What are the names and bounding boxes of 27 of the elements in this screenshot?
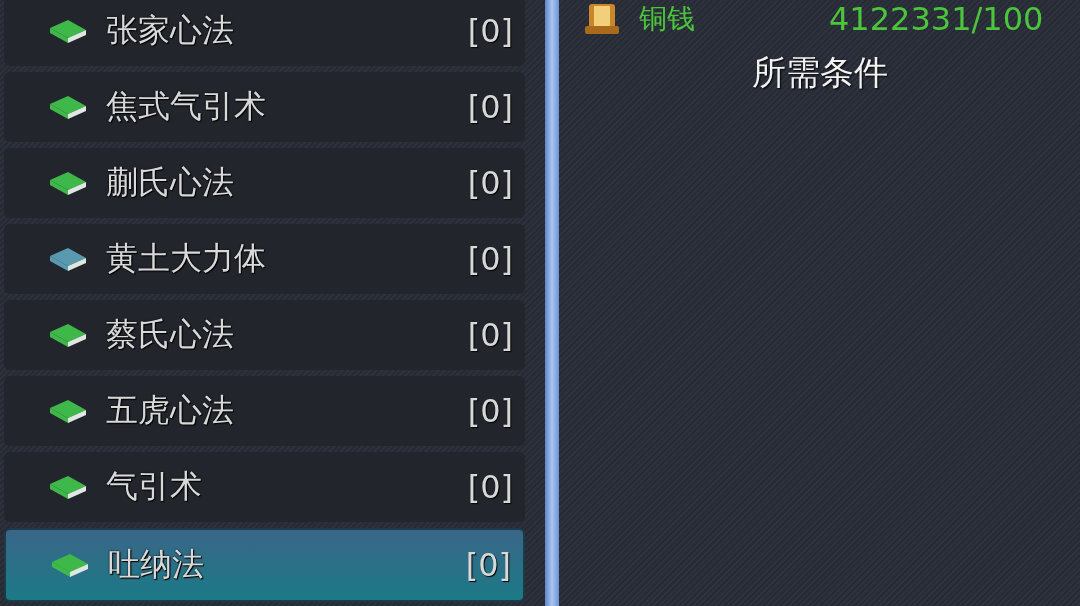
skill-name: 吐纳法 [108,544,205,585]
skill-level: [0] [467,164,513,202]
skill-level: [0] [465,546,511,584]
skill-item[interactable]: 五虎心法 [0] [4,376,525,446]
skill-level: [0] [467,12,513,50]
skill-name: 气引术 [106,466,203,507]
skill-level: [0] [467,316,513,354]
skill-name: 张家心法 [106,10,235,51]
skill-level: [0] [467,468,513,506]
skill-level: [0] [467,240,513,278]
skill-name: 蒯氏心法 [106,162,235,203]
skill-item[interactable]: 蒯氏心法 [0] [4,148,525,218]
skill-name: 焦式气引术 [106,86,267,127]
skill-item[interactable]: 张家心法 [0] [4,0,525,66]
skill-name: 黄土大力体 [106,238,267,279]
skill-level: [0] [467,88,513,126]
skill-item[interactable]: 黄土大力体 [0] [4,224,525,294]
currency-label: 铜钱 [639,1,696,37]
skill-item[interactable]: 蔡氏心法 [0] [4,300,525,370]
skill-level: [0] [467,392,513,430]
skill-name: 五虎心法 [106,390,235,431]
section-title: 所需条件 [751,51,888,94]
currency-amount: 4122331/100 [829,0,1044,38]
skill-item[interactable]: 焦式气引术 [0] [4,72,525,142]
skill-name: 蔡氏心法 [106,314,235,355]
skill-item[interactable]: 气引术 [0] [4,452,525,522]
skill-item[interactable]: 吐纳法 [0] [4,528,525,602]
